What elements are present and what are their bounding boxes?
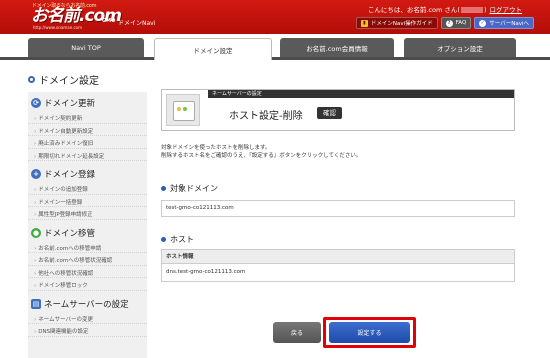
- sidebar: ⟳ドメイン更新 ドメイン契約更新 ドメイン自動更新設定 廃止済みドメイン復旧 期…: [28, 92, 147, 358]
- server-navi-button[interactable]: ✓ サーバーNaviへ: [474, 17, 534, 29]
- guide-button-label: ドメインNavi操作ガイド: [370, 21, 433, 27]
- guide-button[interactable]: ▮ ドメインNavi操作ガイド: [355, 17, 438, 29]
- refresh-icon: ⟳: [31, 98, 41, 108]
- target-domain-value: test-gmo-co121113.com: [161, 200, 515, 217]
- bullet-icon: [161, 186, 166, 191]
- tab-option-settings[interactable]: オプション設定: [404, 38, 516, 57]
- section-strip: ネームサーバーの設定: [208, 90, 514, 98]
- title-bullet-icon: [28, 76, 35, 83]
- sidebar-item[interactable]: ネームサーバーの変更: [28, 312, 147, 324]
- sidebar-item[interactable]: お名前.comへの移管状況確認: [28, 253, 147, 266]
- section-target-domain: 対象ドメイン: [161, 183, 218, 194]
- logo-url: http://www.onamae.com: [33, 25, 83, 30]
- description-line: 削除するホスト名をご確認のうえ、『設定する』ボタンをクリックしてください。: [161, 153, 362, 159]
- sidebar-item[interactable]: ドメイン一括登録: [28, 195, 147, 207]
- sidebar-heading-label: ドメイン登録: [44, 170, 96, 180]
- plus-icon: +: [31, 169, 41, 179]
- globe-icon: ●: [31, 227, 41, 238]
- section-host: ホスト: [161, 234, 194, 245]
- sidebar-heading-registration[interactable]: + ドメイン登録: [28, 166, 147, 182]
- header-buttons: ▮ ドメインNavi操作ガイド ? FAQ ✓ サーバーNaviへ: [355, 17, 534, 29]
- doc-dot: [177, 107, 181, 111]
- check-icon: ✓: [479, 19, 487, 27]
- page-title-text: ドメイン設定: [39, 76, 99, 87]
- sidebar-item[interactable]: DNS関連機能の設定: [28, 324, 147, 337]
- section-label: ホスト: [170, 235, 194, 244]
- sidebar-item[interactable]: 他社への移管状況確認: [28, 266, 147, 278]
- sidebar-heading-label: ドメイン更新: [44, 99, 96, 109]
- sidebar-group-transfer: ●ドメイン移管 お名前.comへの移管申請 お名前.comへの移管状況確認 他社…: [28, 222, 147, 293]
- greeting-prefix: こんにちは、お名前.com さん(: [367, 6, 460, 14]
- sidebar-group-nameserver: ▤ネームサーバーの設定 ネームサーバーの変更 DNS関連機能の設定: [28, 293, 147, 339]
- tab-bar: Navi TOP ドメイン設定 お名前.com会員情報 オプション設定: [0, 34, 550, 60]
- host-table: ホスト情報 dns.test-gmo-co121113.com: [161, 249, 515, 282]
- question-icon: ?: [445, 19, 453, 27]
- sidebar-group-renewal: ⟳ドメイン更新 ドメイン契約更新 ドメイン自動更新設定 廃止済みドメイン復旧 期…: [28, 92, 147, 163]
- faq-button-label: FAQ: [455, 20, 467, 26]
- step-header-box: ネームサーバーの設定 ホスト設定-削除 確認: [161, 89, 515, 131]
- bullet-icon: [161, 237, 166, 242]
- description-line: 対象ドメインを使ったホストを削除します。: [161, 145, 271, 151]
- site-name: ドメインNavi: [118, 20, 156, 27]
- tab-domain-settings[interactable]: ドメイン設定: [154, 38, 272, 60]
- sidebar-heading-label: ネームサーバーの設定: [44, 299, 129, 310]
- book-icon: ▮: [360, 19, 368, 27]
- sidebar-heading-label: ドメイン移管: [44, 228, 96, 239]
- gmo-logo: GMO: [102, 18, 116, 24]
- greeting-suffix: ): [483, 6, 487, 14]
- step-title: ホスト設定-削除: [229, 111, 303, 122]
- greeting: こんにちは、お名前.com さん() ログアウト: [368, 4, 522, 14]
- confirm-badge: 確認: [317, 107, 342, 119]
- doc-shape: [173, 101, 195, 121]
- sidebar-item[interactable]: ドメイン契約更新: [28, 111, 147, 124]
- nameserver-icon: [166, 94, 200, 126]
- table-row: dns.test-gmo-co121113.com: [166, 269, 246, 275]
- server-icon: ▤: [31, 298, 41, 309]
- section-label: 対象ドメイン: [170, 184, 218, 193]
- tab-navi-top[interactable]: Navi TOP: [28, 38, 144, 57]
- sidebar-item[interactable]: お名前.comへの移管申請: [28, 241, 147, 253]
- sidebar-heading-nameserver[interactable]: ▤ ネームサーバーの設定: [28, 296, 147, 312]
- submit-button[interactable]: 設定する: [329, 322, 410, 343]
- logout-link[interactable]: ログアウト: [490, 6, 523, 14]
- back-button[interactable]: 戻る: [273, 322, 321, 343]
- sidebar-heading-transfer[interactable]: ● ドメイン移管: [28, 225, 147, 241]
- server-navi-label: サーバーNaviへ: [489, 21, 529, 27]
- header: ドメイン取るならお名前.com お名前.com http://www.onama…: [0, 0, 550, 34]
- faq-button[interactable]: ? FAQ: [440, 17, 472, 29]
- doc-dot: [183, 107, 187, 111]
- sidebar-item[interactable]: ドメインの追加登録: [28, 182, 147, 195]
- sidebar-item[interactable]: 廃止済みドメイン復旧: [28, 136, 147, 149]
- page-title: ドメイン設定: [28, 72, 99, 87]
- sidebar-heading-renewal[interactable]: ⟳ ドメイン更新: [28, 95, 147, 111]
- host-table-header: ホスト情報: [162, 250, 514, 264]
- masked-username: [460, 7, 483, 13]
- sidebar-item[interactable]: ドメイン自動更新設定: [28, 124, 147, 136]
- description: 対象ドメインを使ったホストを削除します。 削除するホスト名をご確認のうえ、『設定…: [161, 144, 361, 160]
- sidebar-item[interactable]: 属性型JP登録申請修正: [28, 207, 147, 220]
- sidebar-item[interactable]: 期限切れドメイン延長設定: [28, 149, 147, 161]
- tab-member-info[interactable]: お名前.com会員情報: [280, 38, 394, 57]
- sidebar-group-registration: +ドメイン登録 ドメインの追加登録 ドメイン一括登録 属性型JP登録申請修正: [28, 163, 147, 222]
- sidebar-item[interactable]: ドメイン移管ロック: [28, 278, 147, 291]
- page-root: ドメイン取るならお名前.com お名前.com http://www.onama…: [0, 0, 550, 358]
